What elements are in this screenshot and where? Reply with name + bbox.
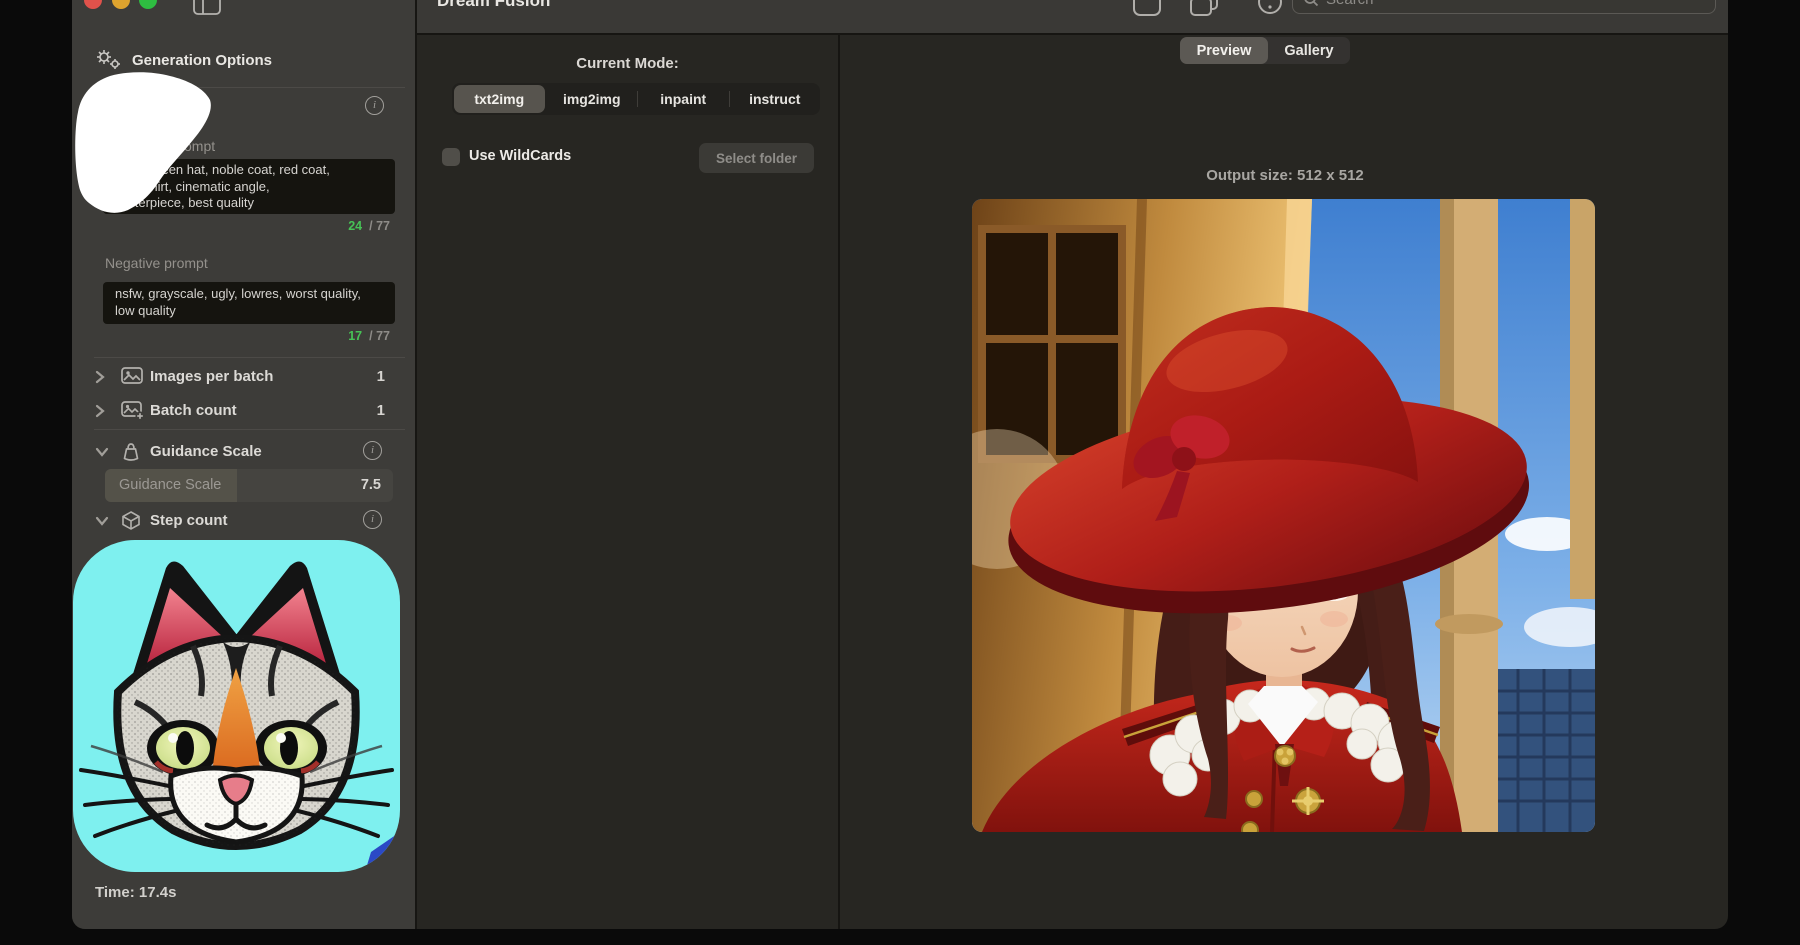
mode-segmented-control: txt2img img2img inpaint instruct (452, 83, 820, 115)
window-title: Dream Fusion (437, 0, 550, 11)
main-area: Dream Fusion Search (417, 0, 1728, 929)
row-images-per-batch[interactable]: Images per batch 1 (72, 361, 415, 393)
negative-prompt-label: Negative prompt (105, 255, 208, 271)
chevron-down-icon (95, 447, 109, 457)
sidebar: Generation Options i Prompt queen hat, n… (72, 0, 417, 929)
mode-img2img[interactable]: img2img (547, 83, 638, 115)
info-icon[interactable]: i (363, 441, 382, 460)
section-guidance-scale[interactable]: Guidance Scale i (72, 436, 415, 468)
generated-image (972, 199, 1595, 832)
prompt-counter: 24/ 77 (348, 219, 390, 233)
section-label: Guidance Scale (150, 443, 262, 460)
export-icon[interactable] (1130, 0, 1164, 18)
guidance-scale-slider[interactable]: Guidance Scale 7.5 (105, 469, 393, 502)
divider (94, 357, 405, 358)
weight-icon (120, 441, 142, 463)
search-icon (1303, 0, 1319, 7)
sidebar-toggle-icon[interactable] (192, 0, 222, 16)
divider (94, 429, 405, 430)
search-placeholder: Search (1326, 0, 1374, 8)
row-label: Images per batch (150, 368, 273, 385)
divider (94, 87, 405, 88)
info-icon[interactable]: i (363, 510, 382, 529)
row-value: 1 (377, 402, 385, 419)
negative-prompt-input[interactable]: nsfw, grayscale, ugly, lowres, worst qua… (103, 282, 395, 324)
output-size-label: Output size: 512 x 512 (840, 167, 1728, 184)
mode-inpaint[interactable]: inpaint (638, 83, 729, 115)
slider-value: 7.5 (361, 477, 381, 493)
generated-image-art (972, 199, 1595, 832)
titlebar: Dream Fusion Search (417, 0, 1728, 35)
cat-illustration (73, 540, 400, 872)
info-icon[interactable]: i (365, 96, 384, 115)
chevron-right-icon (95, 369, 105, 385)
tab-gallery[interactable]: Gallery (1268, 37, 1350, 64)
gears-icon (94, 48, 124, 72)
preview-panel: Preview Gallery Output size: 512 x 512 (840, 35, 1728, 929)
prompt-line: queen hat, noble coat, red coat, (147, 162, 383, 179)
copy-icon[interactable] (1187, 0, 1223, 18)
search-input[interactable]: Search (1292, 0, 1716, 14)
prompt-line: asterpiece, best quality (121, 195, 383, 212)
screen: Generation Options i Prompt queen hat, n… (0, 0, 1800, 945)
wildcards-checkbox[interactable] (442, 148, 460, 166)
current-mode-label: Current Mode: (417, 55, 838, 72)
wildcards-label: Use WildCards (469, 148, 571, 164)
help-icon[interactable] (1255, 0, 1285, 18)
section-step-count[interactable]: Step count i (72, 505, 415, 537)
row-label: Batch count (150, 402, 237, 419)
mode-txt2img[interactable]: txt2img (454, 85, 545, 113)
photo-plus-icon (120, 400, 146, 422)
cat-image-overlay[interactable] (73, 540, 400, 872)
cube-icon (120, 510, 142, 532)
mode-instruct[interactable]: instruct (730, 83, 821, 115)
slider-label: Guidance Scale (119, 477, 221, 493)
select-folder-button[interactable]: Select folder (699, 143, 814, 173)
zoom-button[interactable] (139, 0, 157, 9)
chevron-down-icon (95, 516, 109, 526)
prompt-line: e shirt, cinematic angle, (133, 179, 383, 196)
sidebar-header: Generation Options (132, 52, 272, 69)
prompt-label: Prompt (170, 138, 215, 154)
chevron-right-icon (95, 403, 105, 419)
minimize-button[interactable] (112, 0, 130, 9)
tab-preview[interactable]: Preview (1180, 37, 1268, 64)
close-button[interactable] (84, 0, 102, 9)
mode-panel: Current Mode: txt2img img2img inpaint in… (417, 35, 840, 929)
preview-tabs: Preview Gallery (1180, 37, 1350, 64)
row-batch-count[interactable]: Batch count 1 (72, 395, 415, 427)
photo-icon (120, 366, 144, 386)
row-value: 1 (377, 368, 385, 385)
generation-time: Time: 17.4s (95, 884, 176, 901)
negative-counter: 17/ 77 (348, 329, 390, 343)
prompt-input[interactable]: queen hat, noble coat, red coat, e shirt… (103, 159, 395, 214)
section-label: Step count (150, 512, 228, 529)
app-window: Generation Options i Prompt queen hat, n… (72, 0, 1728, 929)
